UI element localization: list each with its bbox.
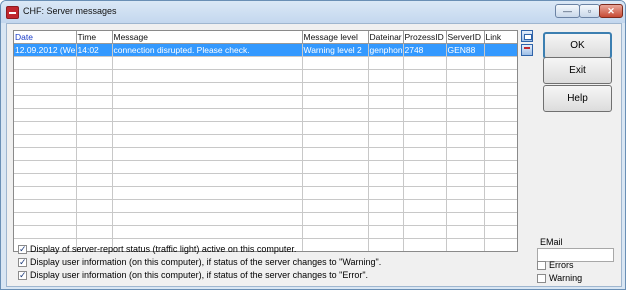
- ok-button[interactable]: OK: [543, 32, 612, 59]
- client-area: Date Time Message Message level Dateinar…: [6, 23, 622, 287]
- warning-info-label: Display user information (on this comput…: [30, 257, 382, 267]
- column-header-message[interactable]: Message: [112, 31, 303, 44]
- view-icon[interactable]: [521, 30, 533, 42]
- empty-table-row[interactable]: [14, 95, 517, 109]
- cell-dateiname: genphon: [368, 43, 404, 57]
- empty-table-row[interactable]: [14, 56, 517, 70]
- column-header-serverid[interactable]: ServerID: [446, 31, 485, 44]
- window-title: CHF: Server messages: [23, 6, 117, 16]
- close-button[interactable]: ✕: [599, 4, 623, 18]
- traffic-light-label: Display of server-report status (traffic…: [30, 244, 297, 254]
- column-header-time[interactable]: Time: [76, 31, 113, 44]
- empty-table-row[interactable]: [14, 212, 517, 226]
- empty-table-row[interactable]: [14, 134, 517, 148]
- column-header-message-level[interactable]: Message level: [302, 31, 369, 44]
- table-header: Date Time Message Message level Dateinar…: [14, 31, 517, 44]
- empty-table-row[interactable]: [14, 186, 517, 200]
- traffic-light-checkbox[interactable]: ✓: [18, 245, 27, 254]
- cell-message-level: Warning level 2: [302, 43, 369, 57]
- exit-button[interactable]: Exit: [543, 57, 612, 84]
- cell-time: 14:02: [76, 43, 113, 57]
- empty-table-row[interactable]: [14, 225, 517, 239]
- email-warning-checkbox[interactable]: [537, 274, 546, 283]
- title-bar[interactable]: CHF: Server messages — ▫ ✕: [1, 1, 625, 23]
- empty-table-row[interactable]: [14, 147, 517, 161]
- column-header-prozessid[interactable]: ProzessID: [403, 31, 447, 44]
- empty-table-row[interactable]: [14, 121, 517, 135]
- help-button[interactable]: Help: [543, 85, 612, 112]
- table-settings-icon[interactable]: [521, 44, 533, 56]
- app-icon: [6, 6, 19, 19]
- empty-table-row[interactable]: [14, 108, 517, 122]
- email-errors-label: Errors: [549, 260, 574, 270]
- maximize-button[interactable]: ▫: [579, 4, 600, 18]
- email-label: EMail: [540, 237, 563, 247]
- error-info-checkbox[interactable]: ✓: [18, 271, 27, 280]
- cell-serverid: GEN88: [446, 43, 485, 57]
- cell-prozessid: 2748: [403, 43, 447, 57]
- email-errors-checkbox[interactable]: [537, 261, 546, 270]
- empty-table-row[interactable]: [14, 69, 517, 83]
- empty-table-row[interactable]: [14, 82, 517, 96]
- cell-message: connection disrupted. Please check.: [112, 43, 303, 57]
- minimize-button[interactable]: —: [555, 4, 580, 18]
- table-row[interactable]: 12.09.2012 (We 14:02 connection disrupte…: [14, 43, 517, 57]
- empty-table-row[interactable]: [14, 199, 517, 213]
- warning-info-checkbox[interactable]: ✓: [18, 258, 27, 267]
- email-warning-label: Warning: [549, 273, 583, 283]
- cell-link: [484, 43, 517, 57]
- column-header-date[interactable]: Date: [14, 31, 77, 44]
- empty-table-row[interactable]: [14, 173, 517, 187]
- empty-table-row[interactable]: [14, 160, 517, 174]
- server-messages-window: CHF: Server messages — ▫ ✕ Date Time Mes…: [0, 0, 626, 290]
- column-header-link[interactable]: Link: [484, 31, 517, 44]
- cell-date: 12.09.2012 (We: [14, 43, 77, 57]
- error-info-label: Display user information (on this comput…: [30, 270, 369, 280]
- messages-table[interactable]: Date Time Message Message level Dateinar…: [13, 30, 518, 252]
- column-header-dateiname[interactable]: Dateinar: [368, 31, 404, 44]
